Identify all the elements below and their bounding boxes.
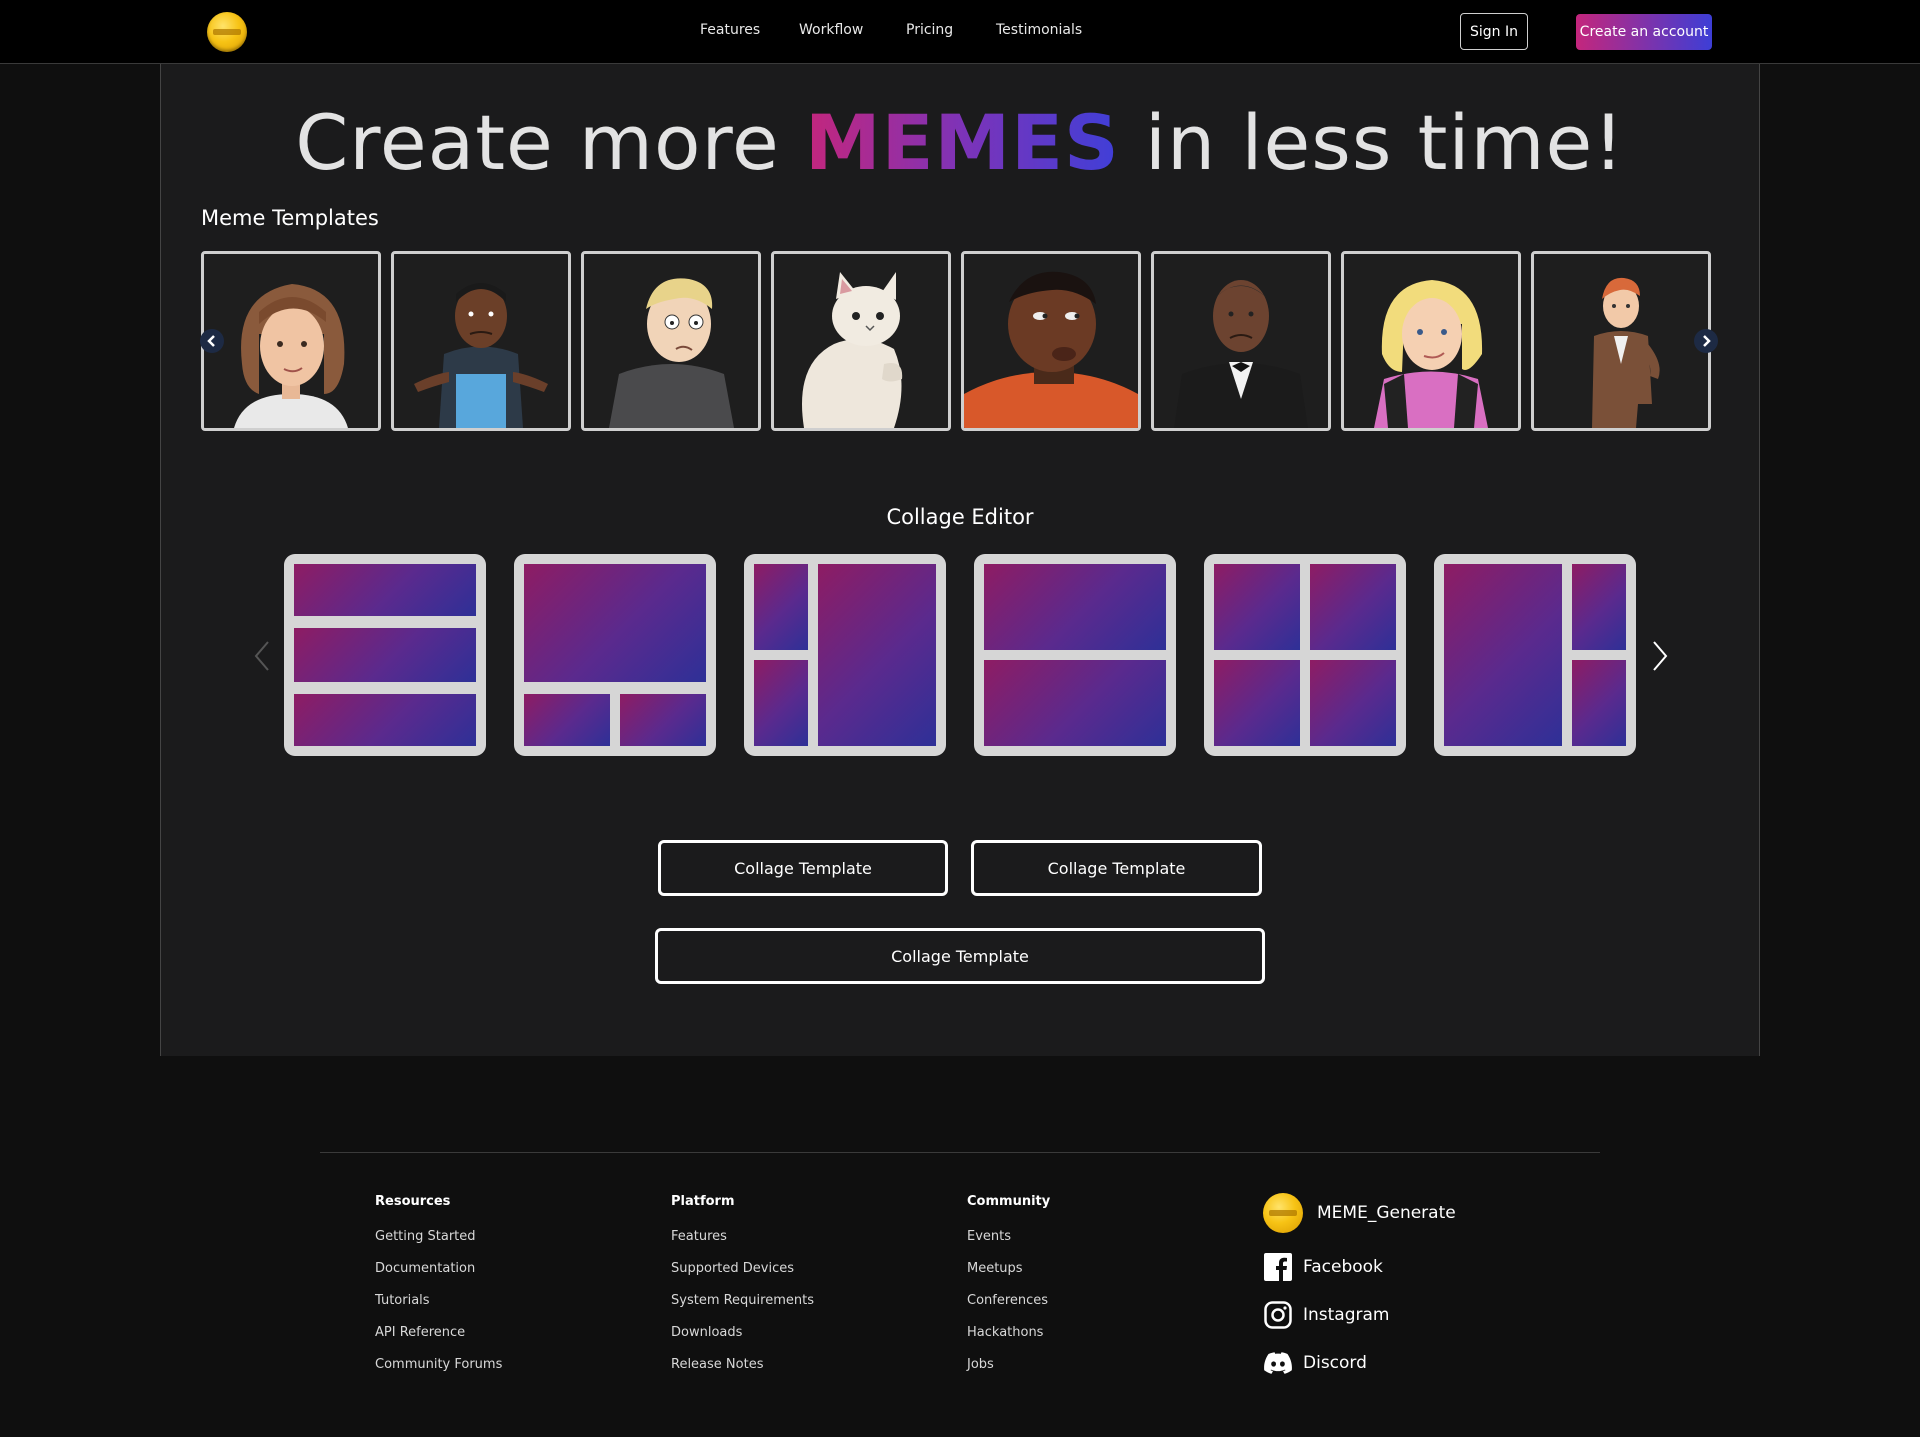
collage-layout-two-rows[interactable] bbox=[974, 554, 1176, 756]
collage-cell bbox=[1444, 564, 1562, 746]
social-discord-link[interactable]: Discord bbox=[1263, 1343, 1367, 1383]
smirking-girl-icon bbox=[1344, 254, 1518, 428]
dancing-man-icon bbox=[1534, 254, 1708, 428]
collage-cell bbox=[1572, 564, 1626, 650]
footer-link-tutorials[interactable]: Tutorials bbox=[375, 1291, 502, 1323]
shrugging-man-icon bbox=[394, 254, 568, 428]
templates-prev-button[interactable] bbox=[200, 329, 224, 353]
collage-cell bbox=[818, 564, 936, 746]
footer-link-meetups[interactable]: Meetups bbox=[967, 1259, 1050, 1291]
collage-cell bbox=[1214, 660, 1300, 746]
templates-next-button[interactable] bbox=[1694, 329, 1718, 353]
collage-cell bbox=[524, 694, 610, 746]
hero-prefix: Create more bbox=[295, 98, 805, 187]
footer-link-release-notes[interactable]: Release Notes bbox=[671, 1355, 814, 1387]
social-facebook-label: Facebook bbox=[1303, 1257, 1383, 1277]
social-instagram-link[interactable]: Instagram bbox=[1263, 1295, 1390, 1335]
collage-template-button-1[interactable]: Collage Template bbox=[658, 840, 948, 896]
meme-template-2[interactable] bbox=[391, 251, 571, 431]
meme-template-6[interactable] bbox=[1151, 251, 1331, 431]
collage-cell bbox=[754, 660, 808, 746]
footer-platform-column: Platform Features Supported Devices Syst… bbox=[671, 1194, 814, 1387]
nav-link-workflow[interactable]: Workflow bbox=[799, 22, 863, 38]
collage-layout-left-two-right-big[interactable] bbox=[744, 554, 946, 756]
hero-heading: Create more MEMES in less time! bbox=[0, 98, 1920, 187]
hero-suffix: in less time! bbox=[1119, 98, 1625, 187]
collage-cell bbox=[754, 564, 808, 650]
meme-template-7[interactable] bbox=[1341, 251, 1521, 431]
footer-link-downloads[interactable]: Downloads bbox=[671, 1323, 814, 1355]
social-instagram-label: Instagram bbox=[1303, 1305, 1390, 1325]
collage-cell bbox=[1310, 564, 1396, 650]
footer-link-getting-started[interactable]: Getting Started bbox=[375, 1227, 502, 1259]
meme-template-1[interactable] bbox=[201, 251, 381, 431]
girl-portrait-icon bbox=[204, 254, 378, 428]
instagram-icon bbox=[1264, 1301, 1292, 1329]
collage-layout-top-two-bottom[interactable] bbox=[514, 554, 716, 756]
nav-link-testimonials[interactable]: Testimonials bbox=[996, 22, 1082, 38]
collage-cell bbox=[1572, 660, 1626, 746]
footer-link-supported-devices[interactable]: Supported Devices bbox=[671, 1259, 814, 1291]
meme-template-4[interactable] bbox=[771, 251, 951, 431]
top-navbar: Features Workflow Pricing Testimonials S… bbox=[0, 0, 1920, 64]
collage-cell bbox=[1310, 660, 1396, 746]
chevron-left-icon bbox=[207, 335, 215, 347]
collage-cell bbox=[984, 660, 1166, 746]
collage-cell bbox=[524, 564, 706, 682]
footer-link-api-reference[interactable]: API Reference bbox=[375, 1323, 502, 1355]
frowning-man-icon bbox=[1154, 254, 1328, 428]
discord-icon bbox=[1264, 1352, 1292, 1374]
sign-in-button[interactable]: Sign In bbox=[1460, 13, 1528, 50]
collage-cell bbox=[984, 564, 1166, 650]
collage-layout-grid[interactable] bbox=[1204, 554, 1406, 756]
collage-cell bbox=[1214, 564, 1300, 650]
social-brand-link[interactable]: MEME_Generate bbox=[1263, 1193, 1456, 1233]
footer-link-events[interactable]: Events bbox=[967, 1227, 1050, 1259]
meme-templates-title: Meme Templates bbox=[201, 206, 379, 230]
collage-next-chevron-icon[interactable] bbox=[1650, 640, 1670, 672]
footer-link-features[interactable]: Features bbox=[671, 1227, 814, 1259]
collage-cell bbox=[620, 694, 706, 746]
hero-highlight: MEMES bbox=[804, 98, 1120, 187]
collage-template-button-2[interactable]: Collage Template bbox=[971, 840, 1262, 896]
collage-template-button-3[interactable]: Collage Template bbox=[655, 928, 1265, 984]
social-facebook-link[interactable]: Facebook bbox=[1263, 1247, 1383, 1287]
nav-link-pricing[interactable]: Pricing bbox=[906, 22, 953, 38]
footer-divider bbox=[320, 1152, 1600, 1153]
collage-prev-chevron-icon[interactable] bbox=[252, 640, 272, 672]
social-discord-label: Discord bbox=[1303, 1353, 1367, 1373]
collage-editor-title: Collage Editor bbox=[886, 505, 1034, 529]
footer-resources-column: Resources Getting Started Documentation … bbox=[375, 1194, 502, 1387]
meme-template-5[interactable] bbox=[961, 251, 1141, 431]
white-cat-icon bbox=[774, 254, 948, 428]
collage-cell bbox=[294, 564, 476, 616]
social-brand-label: MEME_Generate bbox=[1317, 1203, 1456, 1223]
side-eye-man-icon bbox=[964, 254, 1138, 428]
footer-link-community-forums[interactable]: Community Forums bbox=[375, 1355, 502, 1387]
footer-link-jobs[interactable]: Jobs bbox=[967, 1355, 1050, 1387]
footer-platform-title: Platform bbox=[671, 1194, 735, 1209]
footer-link-hackathons[interactable]: Hackathons bbox=[967, 1323, 1050, 1355]
nav-link-features[interactable]: Features bbox=[700, 22, 760, 38]
footer-link-documentation[interactable]: Documentation bbox=[375, 1259, 502, 1291]
meme-template-3[interactable] bbox=[581, 251, 761, 431]
worried-boy-icon bbox=[584, 254, 758, 428]
footer-link-system-requirements[interactable]: System Requirements bbox=[671, 1291, 814, 1323]
create-account-button[interactable]: Create an account bbox=[1576, 14, 1712, 50]
collage-cell bbox=[294, 628, 476, 682]
memes-logo-icon bbox=[1263, 1193, 1303, 1233]
meme-template-8[interactable] bbox=[1531, 251, 1711, 431]
collage-layout-left-big-right-two[interactable] bbox=[1434, 554, 1636, 756]
footer-link-conferences[interactable]: Conferences bbox=[967, 1291, 1050, 1323]
footer-resources-title: Resources bbox=[375, 1194, 451, 1209]
collage-layout-three-rows[interactable] bbox=[284, 554, 486, 756]
collage-cell bbox=[294, 694, 476, 746]
footer-community-column: Community Events Meetups Conferences Hac… bbox=[967, 1194, 1050, 1387]
footer-community-title: Community bbox=[967, 1194, 1051, 1209]
chevron-right-icon bbox=[1703, 335, 1711, 347]
facebook-icon bbox=[1264, 1253, 1292, 1281]
